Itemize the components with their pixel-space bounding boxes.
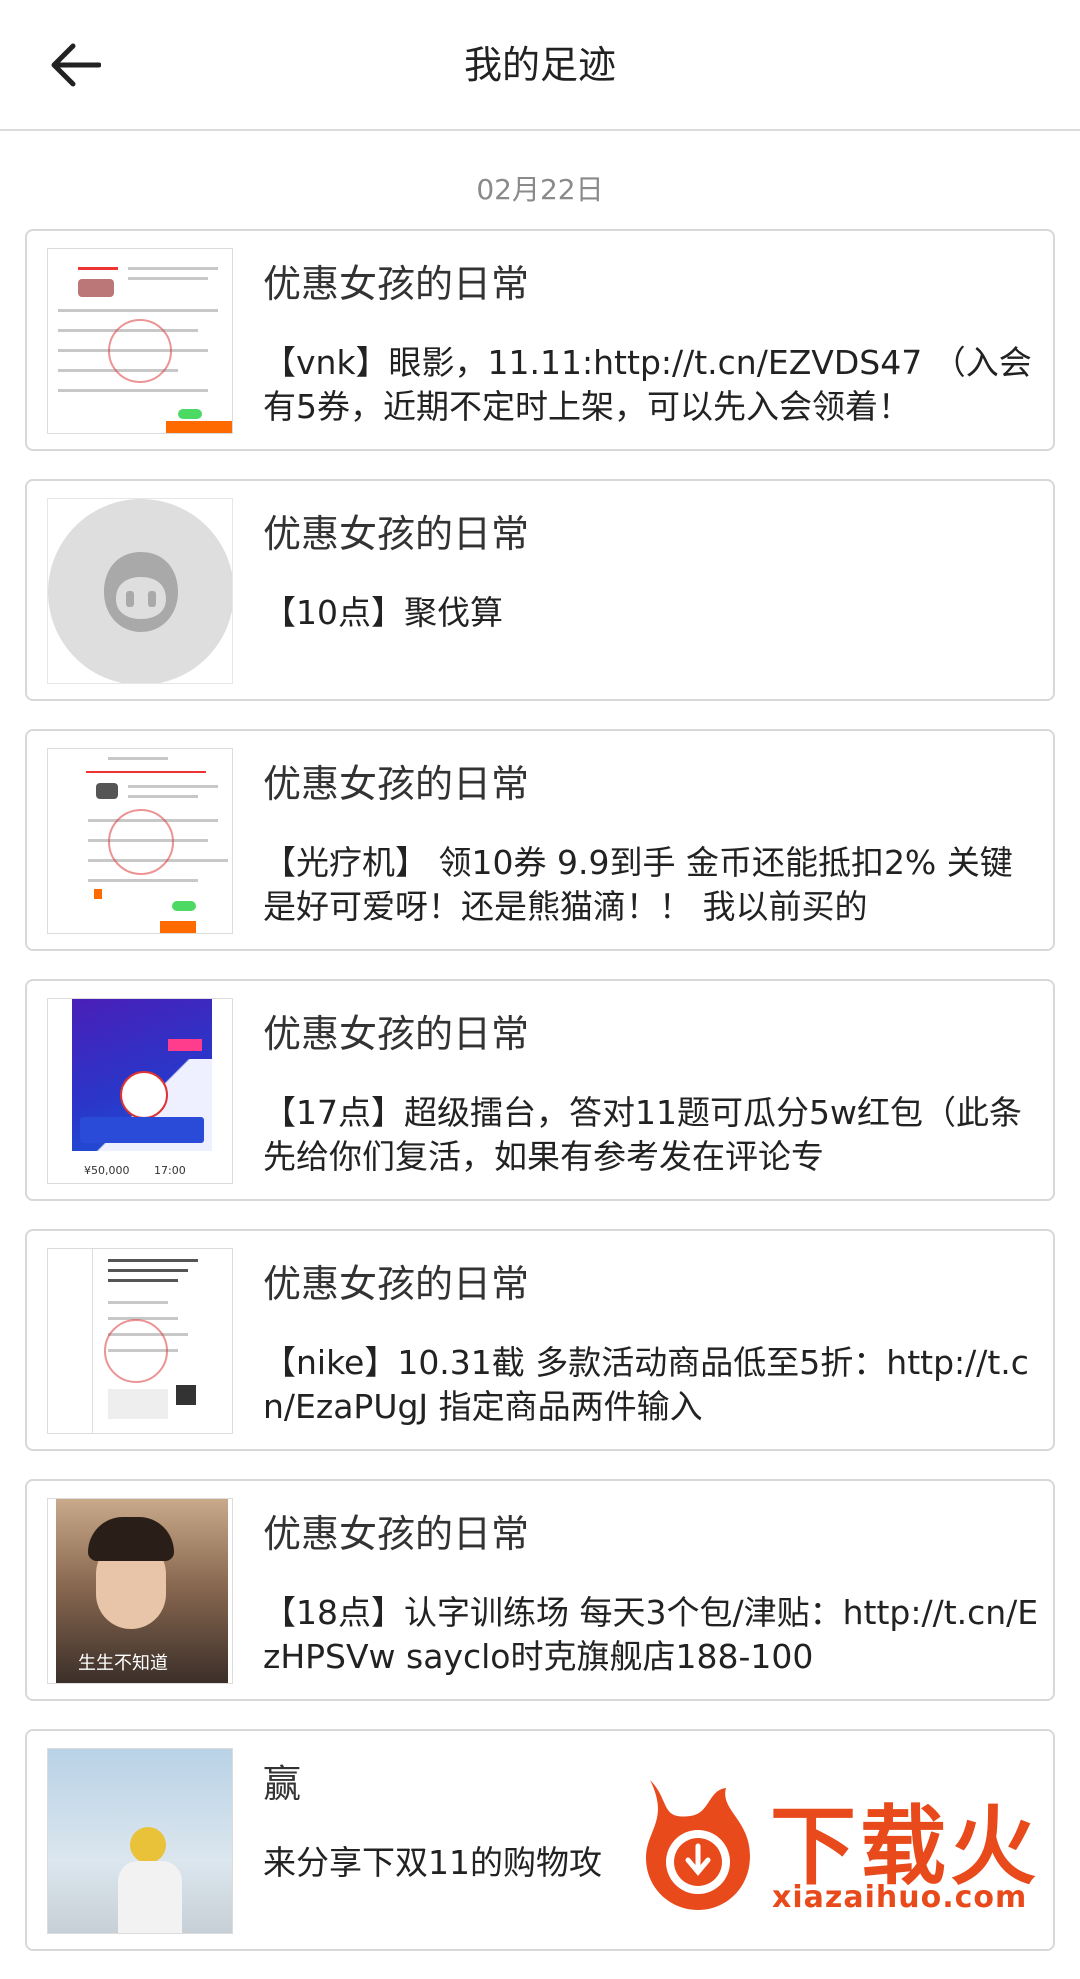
post-text: 【vnk】眼影，11.11:http://t.cn/EZVDS47 （入会有5券… <box>263 343 1032 426</box>
post-thumbnail[interactable] <box>47 1748 233 1934</box>
post-text: 【光疗机】 领10券 9.9到手 金币还能抵扣2% 关键是好可爱呀！还是熊猫滴！… <box>263 843 1013 926</box>
author-name: 赢 <box>263 1762 302 1806</box>
post-thumbnail[interactable] <box>47 748 233 934</box>
author-name: 优惠女孩的日常 <box>263 262 530 306</box>
list-item[interactable]: 优惠女孩的日常 【vnk】眼影，11.11:http://t.cn/EZVDS4… <box>25 229 1055 451</box>
date-label: 02月22日 <box>476 173 604 206</box>
post-text: 【nike】10.31截 多款活动商品低至5折：http://t.cn/EzaP… <box>263 1343 1029 1426</box>
list-item[interactable]: 优惠女孩的日常 【nike】10.31截 多款活动商品低至5折：http://t… <box>25 1229 1055 1451</box>
photo-caption: 生生不知道 <box>78 1653 168 1674</box>
post-thumbnail[interactable] <box>47 498 233 684</box>
quiz-time: 17:00 <box>154 1164 186 1177</box>
post-text: 【18点】认字训练场 每天3个包/津贴：http://t.cn/EzHPSVw … <box>263 1593 1039 1676</box>
list-item[interactable]: 优惠女孩的日常 【光疗机】 领10券 9.9到手 金币还能抵扣2% 关键是好可爱… <box>25 729 1055 951</box>
author-name: 优惠女孩的日常 <box>263 1262 530 1306</box>
post-text: 【10点】聚伐算 <box>263 593 503 632</box>
post-text: 【17点】超级擂台，答对11题可瓜分5w红包（此条先给你们复活，如果有参考发在评… <box>263 1093 1022 1176</box>
list-item[interactable]: 优惠女孩的日常 【10点】聚伐算 <box>25 479 1055 701</box>
eyeshadow-image <box>78 279 114 297</box>
top-bar: 我的足迹 <box>0 0 1080 131</box>
post-thumbnail[interactable] <box>47 248 233 434</box>
page-title: 我的足迹 <box>463 43 616 87</box>
footprint-list: 优惠女孩的日常 【vnk】眼影，11.11:http://t.cn/EZVDS4… <box>25 229 1055 1979</box>
device-image <box>96 783 118 799</box>
post-thumbnail[interactable] <box>47 1248 233 1434</box>
list-item[interactable]: 生生不知道 优惠女孩的日常 【18点】认字训练场 每天3个包/津贴：http:/… <box>25 1479 1055 1701</box>
post-thumbnail[interactable]: ¥50,000 17:00 <box>47 998 233 1184</box>
author-name: 优惠女孩的日常 <box>263 762 530 806</box>
watermark: 下载火 xiazaihuo.com <box>630 1770 1070 1920</box>
list-item[interactable]: ¥50,000 17:00 优惠女孩的日常 【17点】超级擂台，答对11题可瓜分… <box>25 979 1055 1201</box>
prize-amount: ¥50,000 <box>84 1164 130 1177</box>
default-avatar-icon <box>104 552 178 632</box>
author-name: 优惠女孩的日常 <box>263 512 530 556</box>
watermark-url: xiazaihuo.com <box>772 1880 1028 1915</box>
author-name: 优惠女孩的日常 <box>263 1012 530 1056</box>
post-thumbnail[interactable]: 生生不知道 <box>47 1498 233 1684</box>
flame-logo-icon <box>646 1780 750 1910</box>
author-name: 优惠女孩的日常 <box>263 1512 530 1556</box>
